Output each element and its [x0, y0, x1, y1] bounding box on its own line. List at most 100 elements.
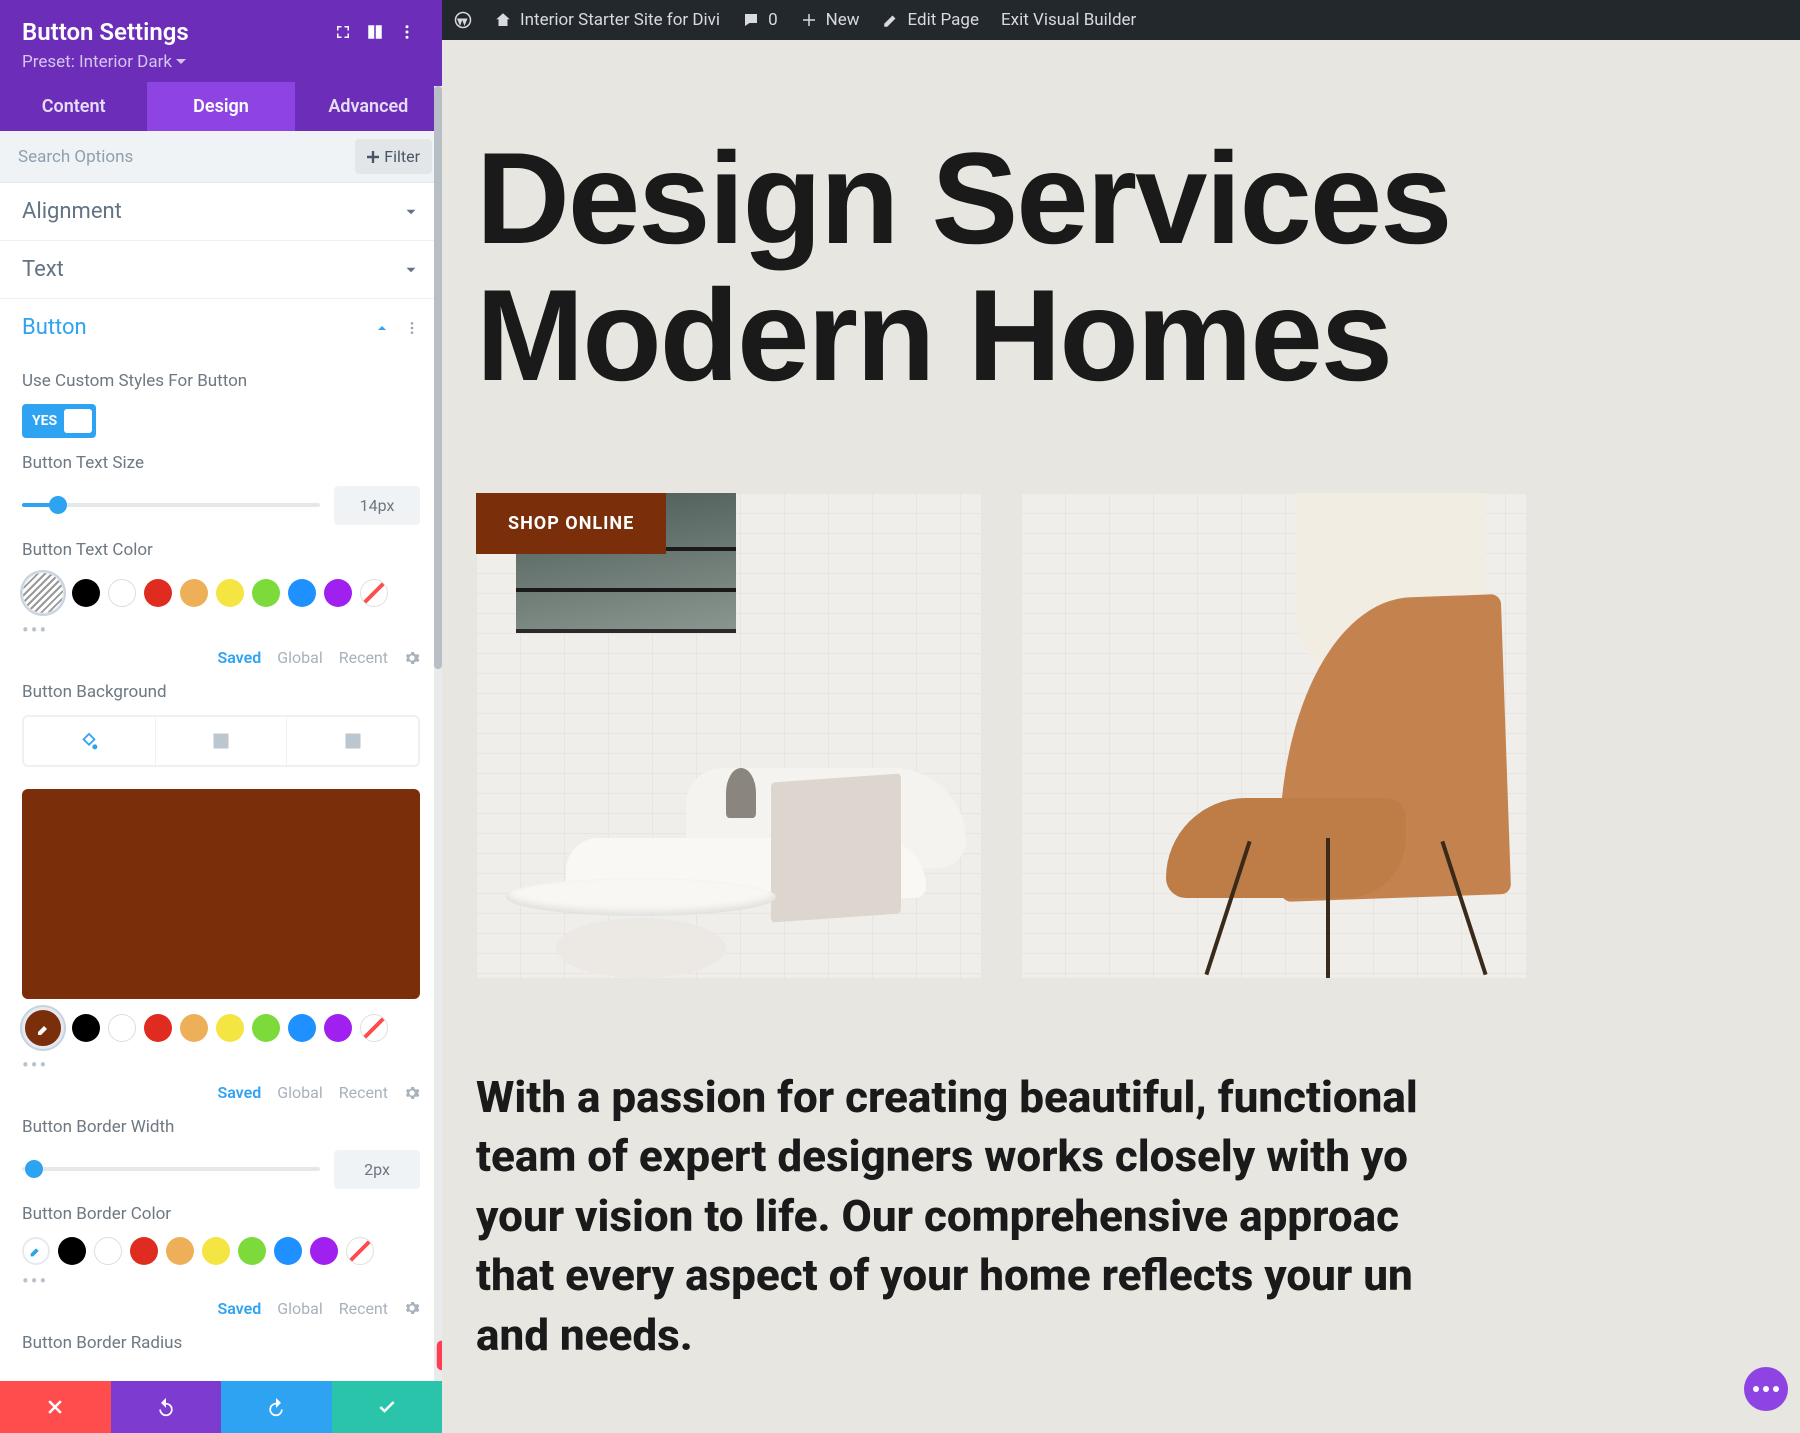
gear-icon[interactable] [404, 1085, 420, 1101]
swatch-white[interactable] [108, 579, 136, 607]
swatch-none[interactable] [360, 1014, 388, 1042]
border-width-slider[interactable] [22, 1167, 320, 1171]
wp-logo[interactable] [454, 11, 472, 29]
border-width-label: Button Border Width [22, 1116, 420, 1140]
swatch-blue[interactable] [274, 1237, 302, 1265]
wp-comments[interactable]: 0 [742, 10, 778, 30]
section-title: Alignment [22, 199, 122, 224]
preset-selector[interactable]: Preset: Interior Dark [22, 52, 420, 72]
kebab-icon[interactable] [404, 320, 420, 336]
swatch-yellow[interactable] [202, 1237, 230, 1265]
save-button[interactable] [332, 1381, 443, 1433]
swatch-blue[interactable] [288, 579, 316, 607]
tabs: Content Design Advanced [0, 82, 442, 131]
tab-advanced[interactable]: Advanced [295, 82, 442, 131]
swatch-black[interactable] [72, 579, 100, 607]
swatch-white[interactable] [108, 1014, 136, 1042]
kebab-icon[interactable] [398, 23, 416, 41]
swatch-purple[interactable] [310, 1237, 338, 1265]
current-bg-swatch[interactable] [22, 1007, 64, 1049]
swatch-black[interactable] [58, 1237, 86, 1265]
swatch-orange[interactable] [180, 579, 208, 607]
wordpress-icon [454, 11, 472, 29]
link-global[interactable]: Global [277, 1083, 323, 1102]
panel-scrollbar[interactable] [434, 86, 442, 1381]
bg-type-tabs [22, 715, 420, 767]
cancel-button[interactable] [0, 1381, 111, 1433]
wp-exit[interactable]: Exit Visual Builder [1001, 10, 1136, 30]
tab-content[interactable]: Content [0, 82, 147, 131]
bg-tab-image[interactable] [287, 717, 418, 765]
text-size-slider[interactable] [22, 503, 320, 507]
chevron-down-icon [402, 261, 420, 279]
section-text[interactable]: Text [0, 241, 442, 298]
swatch-green[interactable] [252, 579, 280, 607]
more-dots[interactable]: ••• [22, 1053, 420, 1077]
bg-color-preview[interactable] [22, 789, 420, 999]
canvas[interactable]: Design Services Modern Homes SHOP ONLINE [442, 40, 1800, 1433]
section-alignment[interactable]: Alignment [0, 183, 442, 240]
section-title: Button [22, 315, 87, 340]
swatch-red[interactable] [144, 579, 172, 607]
more-dots[interactable]: ••• [22, 618, 420, 642]
swatch-none[interactable] [346, 1237, 374, 1265]
panel-title: Button Settings [22, 18, 189, 46]
columns-icon[interactable] [366, 23, 384, 41]
link-saved[interactable]: Saved [217, 1083, 261, 1102]
palette-tabs: Saved Global Recent [22, 648, 420, 667]
wp-edit[interactable]: Edit Page [882, 10, 979, 30]
swatch-orange[interactable] [166, 1237, 194, 1265]
link-global[interactable]: Global [277, 1299, 323, 1318]
bg-tab-gradient[interactable] [156, 717, 288, 765]
wp-new-label: New [826, 10, 860, 30]
current-color-swatch[interactable] [22, 572, 64, 614]
text-size-value[interactable]: 14px [334, 486, 420, 525]
redo-button[interactable] [221, 1381, 332, 1433]
link-recent[interactable]: Recent [339, 1299, 388, 1318]
swatch-yellow[interactable] [216, 1014, 244, 1042]
custom-styles-toggle[interactable]: YES [22, 404, 96, 438]
builder-fab[interactable] [1744, 1367, 1788, 1411]
border-color-label: Button Border Color [22, 1203, 420, 1227]
gear-icon[interactable] [404, 650, 420, 666]
bg-tab-color[interactable] [24, 717, 156, 765]
more-dots[interactable]: ••• [22, 1269, 420, 1293]
link-global[interactable]: Global [277, 648, 323, 667]
wp-exit-label: Exit Visual Builder [1001, 10, 1136, 30]
color-picker-swatch[interactable] [22, 1237, 50, 1265]
swatch-red[interactable] [144, 1014, 172, 1042]
swatch-purple[interactable] [324, 1014, 352, 1042]
wp-new[interactable]: New [800, 10, 860, 30]
border-width-value[interactable]: 2px [334, 1150, 420, 1189]
link-recent[interactable]: Recent [339, 1083, 388, 1102]
swatch-none[interactable] [360, 579, 388, 607]
link-recent[interactable]: Recent [339, 648, 388, 667]
gear-icon[interactable] [404, 1300, 420, 1316]
swatch-yellow[interactable] [216, 579, 244, 607]
link-saved[interactable]: Saved [217, 1299, 261, 1318]
shop-online-button[interactable]: SHOP ONLINE [476, 493, 666, 554]
swatch-white[interactable] [94, 1237, 122, 1265]
close-icon [45, 1397, 65, 1417]
swatch-purple[interactable] [324, 579, 352, 607]
panel-scroll[interactable]: Alignment Text Button [0, 183, 442, 1433]
tab-design[interactable]: Design [147, 82, 294, 131]
swatch-blue[interactable] [288, 1014, 316, 1042]
swatch-black[interactable] [72, 1014, 100, 1042]
toggle-knob [64, 409, 92, 433]
swatch-red[interactable] [130, 1237, 158, 1265]
page-preview: Interior Starter Site for Divi 0 New Edi… [442, 0, 1800, 1433]
swatch-green[interactable] [252, 1014, 280, 1042]
expand-icon[interactable] [334, 23, 352, 41]
border-color-swatches [22, 1237, 420, 1265]
swatch-green[interactable] [238, 1237, 266, 1265]
hero-image-1: SHOP ONLINE [476, 493, 981, 978]
section-button[interactable]: Button [0, 299, 442, 356]
undo-button[interactable] [111, 1381, 222, 1433]
swatch-orange[interactable] [180, 1014, 208, 1042]
filter-button[interactable]: Filter [355, 139, 432, 174]
search-input[interactable] [0, 133, 345, 181]
link-saved[interactable]: Saved [217, 648, 261, 667]
wp-site[interactable]: Interior Starter Site for Divi [494, 10, 720, 30]
chevron-down-icon [402, 203, 420, 221]
